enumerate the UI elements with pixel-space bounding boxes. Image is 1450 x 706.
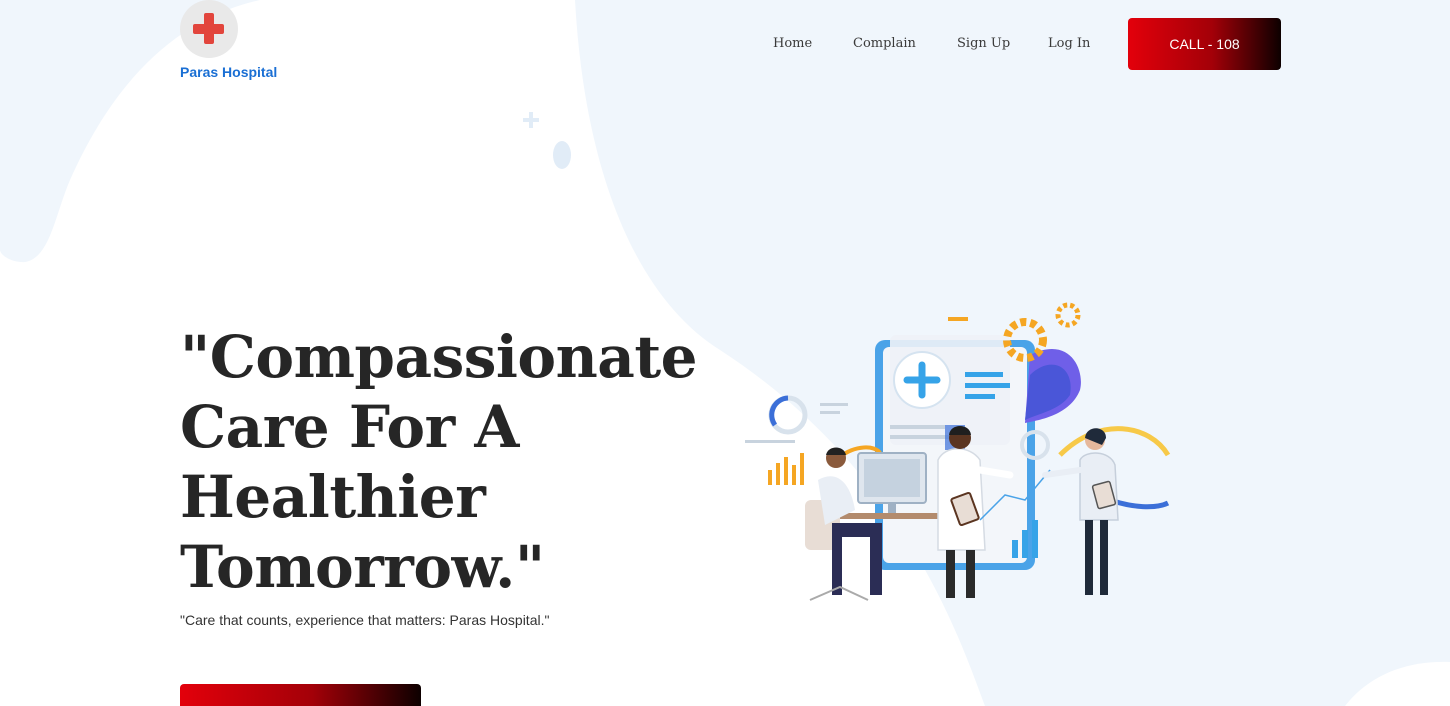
- hero-title: "Compassionate Care For A Healthier Tomo…: [180, 323, 698, 601]
- call-emergency-button[interactable]: CALL - 108: [1128, 18, 1281, 70]
- nav-complain[interactable]: Complain: [853, 36, 916, 51]
- brand-logo[interactable]: Paras Hospital: [180, 0, 300, 80]
- red-cross-icon: [180, 0, 238, 58]
- nav-log-in[interactable]: Log In: [1048, 36, 1090, 51]
- brand-name: Paras Hospital: [180, 64, 278, 80]
- medical-team-illustration: [745, 302, 1171, 601]
- hero-subtitle: "Care that counts, experience that matte…: [180, 612, 550, 628]
- nav-sign-up[interactable]: Sign Up: [957, 36, 1010, 51]
- nav-home[interactable]: Home: [773, 36, 812, 51]
- book-appointment-button[interactable]: BOOK AN APPOINTMENT: [180, 684, 421, 706]
- landing-page: Paras Hospital Home Complain Sign Up Log…: [0, 0, 1450, 706]
